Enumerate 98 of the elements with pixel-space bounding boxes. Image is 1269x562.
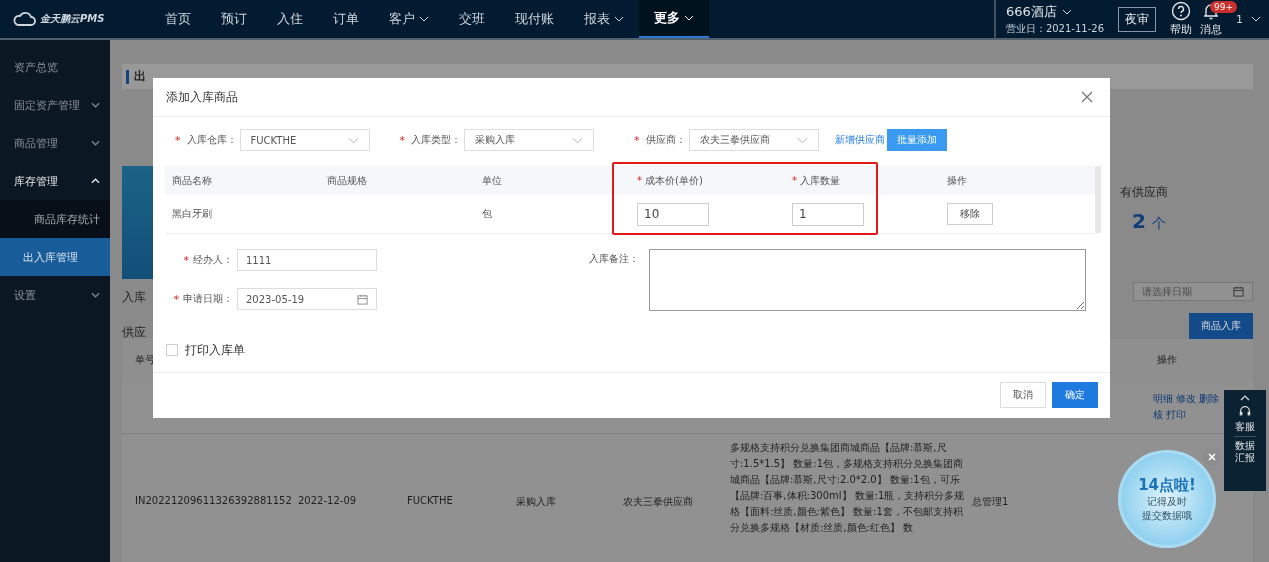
table-cell-text: 总管理1 [971,495,1009,509]
select-field[interactable]: FUCKTHE [239,129,370,151]
chevron-down-icon [796,136,808,144]
select-field[interactable]: 农夫三拳供应商 [688,129,819,151]
column-header: 商品规格 [327,174,367,186]
row-action-link[interactable]: 修改 [1176,392,1196,406]
nav-tab[interactable]: 客户 [374,0,444,38]
required-mark: * [173,292,179,306]
remark-textarea[interactable] [649,249,1086,311]
column-header: 成本价(单价) [645,174,703,186]
sidebar-subitem[interactable]: 商品库存统计 [0,200,110,238]
row-action-link[interactable]: 核 [1153,408,1163,422]
column-header: 操作 [947,174,967,186]
sidebar-item[interactable]: 库存管理 [0,162,110,200]
required-mark: * [399,133,405,147]
help-icon[interactable] [1171,1,1191,21]
column-header: 入库数量 [800,174,840,186]
page-title: 出 [134,68,146,85]
nav-tab[interactable]: 首页 [150,0,206,38]
stock-in-button[interactable]: 商品入库 [1189,313,1253,339]
filter-label: 入库 [122,289,146,306]
sidebar-item[interactable]: 固定资产管理 [0,86,110,124]
chevron-down-icon [1251,16,1261,22]
stat-label: 有供应商 [1120,184,1169,201]
help-label: 帮助 [1170,22,1192,37]
required-mark: * [792,174,797,186]
reminder-text: 记得及时 [1147,494,1187,509]
sidebar-item[interactable]: 资产总览 [0,48,110,86]
cancel-button[interactable]: 取消 [1000,382,1046,408]
nav-tab[interactable]: 预订 [206,0,262,38]
field-label: 供应商： [645,133,686,147]
hotel-selector[interactable]: 666酒店 [1005,2,1057,21]
chevron-down-icon [1061,8,1072,15]
field-label: 入库备注： [589,252,639,266]
table-cell-text: 包 [481,207,493,221]
quantity-input[interactable]: 1 [792,202,864,226]
checkbox-label[interactable]: 打印入库单 [185,341,245,359]
table-cell-text: 农夫三拳供应商 [623,495,694,509]
operator-input[interactable]: 1111 [237,249,377,271]
date-field[interactable]: 2023-05-19 [237,288,377,310]
sidebar-item[interactable]: 商品管理 [0,124,110,162]
table-cell-text: 黑白牙刷 [171,207,213,221]
column-header: 商品名称 [172,174,212,186]
required-mark: * [637,174,642,186]
cost-input[interactable]: 10 [637,202,709,226]
field-label: 入库类型： [411,133,461,147]
nav-tab[interactable]: 更多 [639,0,709,38]
row-action-link[interactable]: 打印 [1166,408,1186,422]
user-menu[interactable]: 1 [1236,12,1243,26]
table-cell-text: FUCKTHE [407,494,454,508]
field-label: 申请日期： [183,292,233,306]
table-cell-text: IN20221209611326392881152 [135,494,293,508]
business-day: 营业日：2021-11-26 [1005,21,1104,36]
calendar-icon [1233,286,1244,297]
filter-label: 供应 [122,324,146,341]
nav-tab[interactable]: 入住 [262,0,318,38]
reminder-title: 14点啦! [1138,475,1196,495]
add-supplier-link[interactable]: 新增供应商 [834,133,885,147]
select-field[interactable]: 采购入库 [464,129,594,151]
column-header: 单号 [135,353,155,367]
close-icon[interactable] [1081,91,1093,103]
remove-button[interactable]: 移除 [947,203,993,225]
row-action-link[interactable]: 删除 [1199,392,1219,406]
field-label: 经办人： [193,253,233,267]
checkbox[interactable] [166,344,178,356]
dialog-title: 添加入库商品 [166,88,238,106]
field-label: 入库仓库： [186,133,237,147]
row-action-link[interactable]: 明细 [1153,392,1173,406]
chevron-down-icon [347,136,359,144]
headset-icon[interactable] [1238,404,1252,418]
cloud-logo-icon [12,11,36,27]
column-header: 单位 [482,174,502,186]
messages-label: 消息 [1200,22,1222,37]
chevron-down-icon [572,136,583,144]
stat-unit: 个 [1151,215,1166,233]
required-mark: * [183,253,189,267]
calendar-icon [357,293,368,305]
stat-value: 2 [1132,209,1146,233]
required-mark: * [175,133,181,147]
night-audit-button[interactable]: 夜审 [1118,6,1156,32]
table-cell-text: 多规格支持积分兑换集团商城商品【品牌:慕斯,尺寸:1.5*1.5】 数量:1包，多规格支持积分兑换集团商城商品【品牌:慕斯,尺寸:2.0*2.0】 数量:1包，可乐【品牌:百事,体积:300ml】 数量:1瓶，支持积分多规格【面料:丝质,颜色:紫色】 数量:1套，不包邮支持积分兑换多规格【材质:丝质,颜色:红色】 数 [730,441,966,535]
nav-tab[interactable]: 现付账 [500,0,569,38]
required-mark: * [634,133,640,147]
column-header: 操作 [1157,353,1177,367]
table-cell-text: 2022-12-09 [298,494,358,508]
sidebar-subitem[interactable]: 出入库管理 [0,238,110,276]
app-logo: 金天鹏云PMS [40,12,105,26]
nav-tab[interactable]: 订单 [318,0,374,38]
message-count-badge: 99+ [1210,1,1237,13]
sidebar-item[interactable]: 设置 [0,276,110,314]
reminder-text: 提交数据哦 [1142,508,1192,523]
customer-service-link[interactable]: 客服 [1234,421,1256,433]
confirm-button[interactable]: 确定 [1052,382,1098,408]
nav-tab[interactable]: 交班 [444,0,500,38]
nav-tab[interactable]: 报表 [569,0,639,38]
table-cell-text: 采购入库 [516,495,557,509]
chevron-up-icon[interactable] [1240,395,1250,401]
data-report-link[interactable]: 数据汇报 [1234,436,1256,464]
